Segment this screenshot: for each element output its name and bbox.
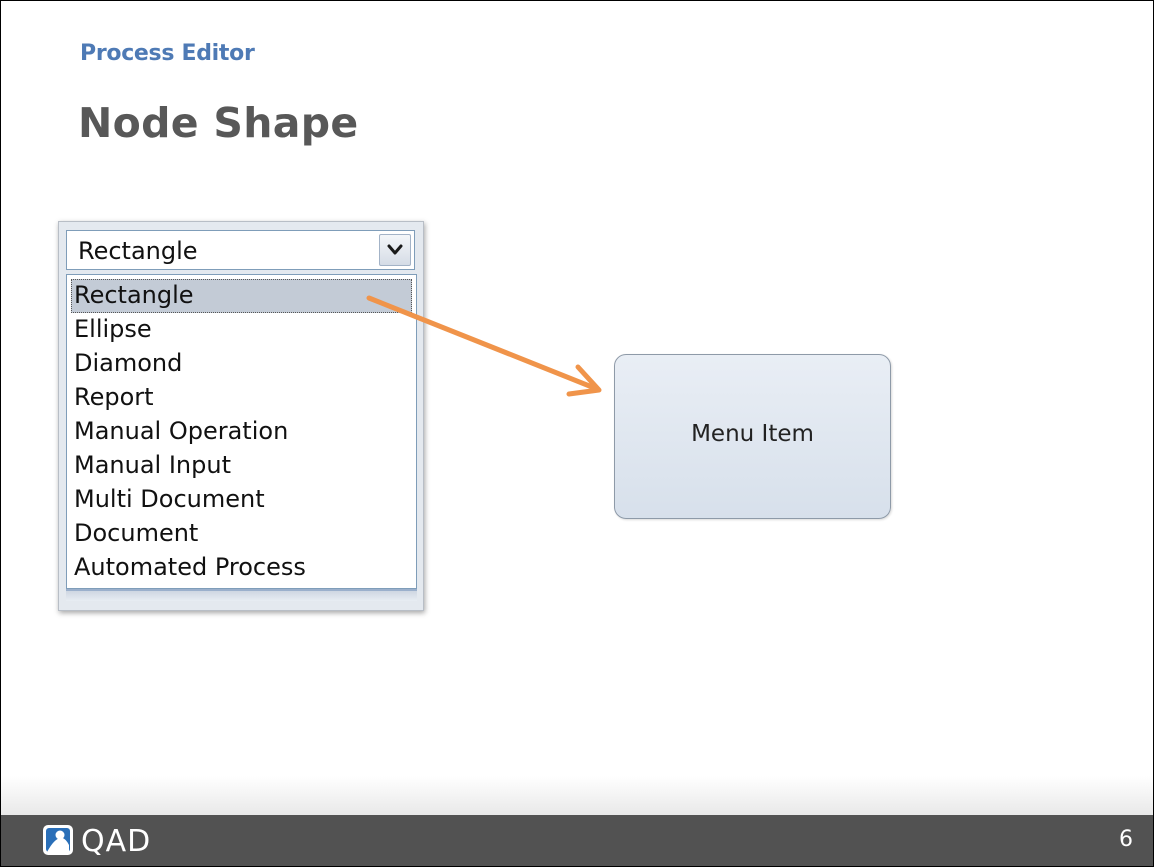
slide-subtitle: Process Editor [80, 41, 255, 66]
page-number: 6 [1119, 827, 1133, 852]
dropdown-option-document[interactable]: Document [71, 517, 412, 551]
arrow-head-icon [566, 364, 602, 397]
slide: Process Editor Node Shape Rectangle Rect… [0, 0, 1154, 867]
node-shape-select[interactable]: Rectangle [66, 230, 415, 270]
slide-title: Node Shape [78, 99, 359, 147]
dropdown-option-manual-operation[interactable]: Manual Operation [71, 415, 412, 449]
dropdown-list-footer [66, 589, 417, 601]
dropdown-option-diamond[interactable]: Diamond [71, 347, 412, 381]
footer-bar: QAD 6 [1, 815, 1153, 866]
select-current-value: Rectangle [78, 237, 198, 265]
dropdown-option-list[interactable]: Rectangle Ellipse Diamond Report Manual … [66, 274, 417, 589]
dropdown-option-automated-process[interactable]: Automated Process [71, 551, 412, 585]
footer-fade [1, 776, 1153, 816]
dropdown-option-report[interactable]: Report [71, 381, 412, 415]
node-label: Menu Item [691, 421, 814, 447]
dropdown-option-multi-document[interactable]: Multi Document [71, 483, 412, 517]
dropdown-option-manual-input[interactable]: Manual Input [71, 449, 412, 483]
qad-logo-mark-icon [43, 825, 73, 855]
chevron-down-icon [387, 244, 403, 255]
process-node-menu-item[interactable]: Menu Item [614, 354, 891, 519]
dropdown-toggle-button[interactable] [379, 234, 411, 266]
dropdown-option-rectangle[interactable]: Rectangle [71, 279, 412, 313]
dropdown-option-ellipse[interactable]: Ellipse [71, 313, 412, 347]
brand-name: QAD [81, 824, 152, 859]
node-shape-dropdown[interactable]: Rectangle Rectangle Ellipse Diamond Repo… [58, 221, 424, 611]
